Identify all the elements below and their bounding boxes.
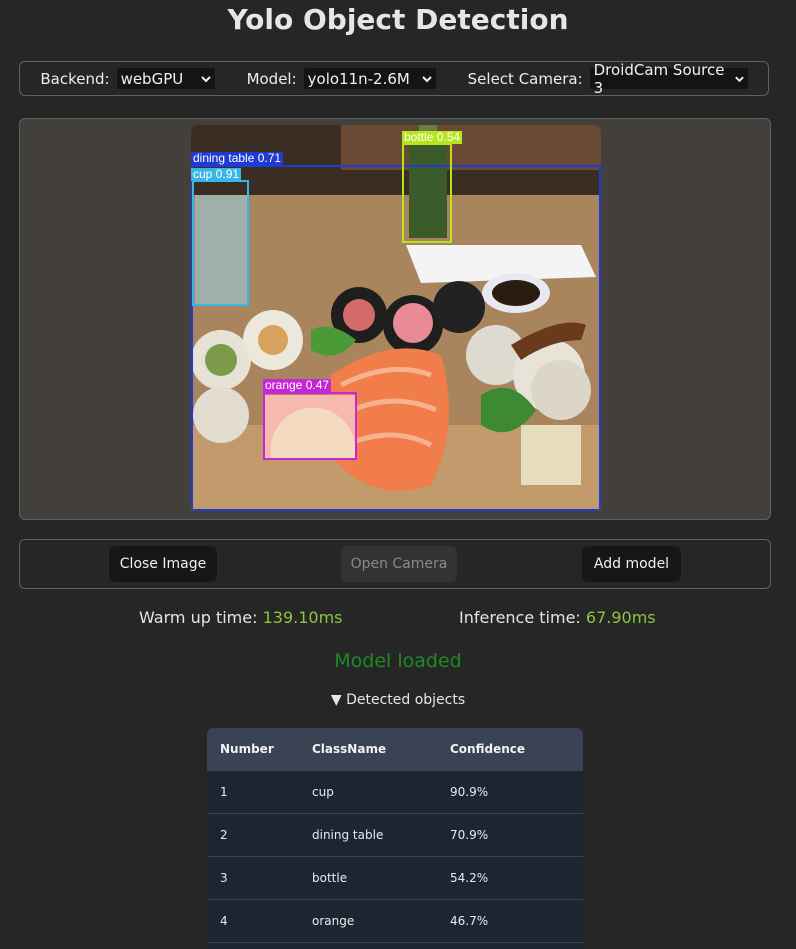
cell-classname: bottle — [312, 871, 348, 885]
chevron-down-icon — [734, 76, 744, 82]
table-row-partial — [207, 942, 583, 949]
inference-label: Inference time: — [459, 608, 581, 627]
camera-label: Select Camera: — [467, 69, 583, 88]
backend-label: Backend: — [40, 69, 110, 88]
action-bar: Close Image Open Camera Add model — [19, 539, 771, 589]
chevron-down-icon — [421, 75, 432, 82]
detection-image: dining table 0.71 cup 0.91 bottle 0.54 o… — [191, 125, 601, 511]
table-row: 1 cup 90.9% — [207, 770, 583, 813]
detection-label: dining table 0.71 — [191, 151, 284, 165]
cell-number: 3 — [220, 871, 228, 885]
camera-control: Select Camera: DroidCam Source 3 — [467, 61, 748, 97]
cell-number: 2 — [220, 828, 228, 842]
cell-number: 1 — [220, 785, 228, 799]
page-title: Yolo Object Detection — [227, 3, 569, 36]
inference-time: Inference time: 67.90ms — [459, 608, 656, 627]
cell-classname: dining table — [312, 828, 384, 842]
cell-confidence: 90.9% — [450, 785, 489, 799]
detected-objects-table: Number ClassName Confidence 1 cup 90.9% … — [207, 728, 583, 949]
close-image-button[interactable]: Close Image — [109, 546, 217, 582]
table-row: 4 orange 46.7% — [207, 899, 583, 942]
model-status: Model loaded — [334, 650, 462, 672]
image-viewer: dining table 0.71 cup 0.91 bottle 0.54 o… — [19, 118, 771, 520]
warmup-time: Warm up time: 139.10ms — [139, 608, 343, 627]
camera-select[interactable]: DroidCam Source 3 — [589, 61, 748, 97]
detected-objects-summary: Detected objects — [346, 692, 466, 708]
column-header-number: Number — [220, 742, 274, 756]
model-control: Model: yolo11n-2.6M — [247, 68, 436, 89]
warmup-label: Warm up time: — [139, 608, 258, 627]
backend-select[interactable]: webGPU — [116, 68, 215, 89]
cell-confidence: 54.2% — [450, 871, 489, 885]
disclosure-triangle-icon: ▼ — [330, 692, 342, 708]
column-header-confidence: Confidence — [450, 742, 526, 756]
open-camera-button[interactable]: Open Camera — [341, 546, 457, 582]
table-row: 3 bottle 54.2% — [207, 856, 583, 899]
model-label: Model: — [246, 69, 297, 88]
sushi-photo — [191, 125, 601, 511]
warmup-value: 139.10ms — [262, 608, 343, 627]
inference-value: 67.90ms — [585, 608, 656, 627]
detection-label: orange 0.47 — [263, 378, 332, 392]
detected-objects-toggle[interactable]: ▼ Detected objects — [0, 692, 796, 708]
model-select-value: yolo11n-2.6M — [307, 69, 410, 88]
add-model-button[interactable]: Add model — [582, 546, 681, 582]
cell-confidence: 46.7% — [450, 914, 489, 928]
model-controls-bar: Backend: webGPU Model: yolo11n-2.6M Sele… — [19, 61, 769, 97]
backend-control: Backend: webGPU — [40, 68, 215, 89]
detection-label: cup 0.91 — [191, 167, 242, 181]
backend-select-value: webGPU — [120, 69, 184, 88]
detection-label: bottle 0.54 — [402, 130, 463, 144]
table-row: 2 dining table 70.9% — [207, 813, 583, 856]
chevron-down-icon — [200, 75, 211, 82]
camera-select-value: DroidCam Source 3 — [593, 60, 725, 97]
cell-classname: cup — [312, 785, 334, 799]
cell-classname: orange — [312, 914, 355, 928]
cell-number: 4 — [220, 914, 228, 928]
model-select[interactable]: yolo11n-2.6M — [303, 68, 436, 89]
table-header: Number ClassName Confidence — [207, 728, 583, 770]
column-header-classname: ClassName — [312, 742, 387, 756]
cell-confidence: 70.9% — [450, 828, 489, 842]
